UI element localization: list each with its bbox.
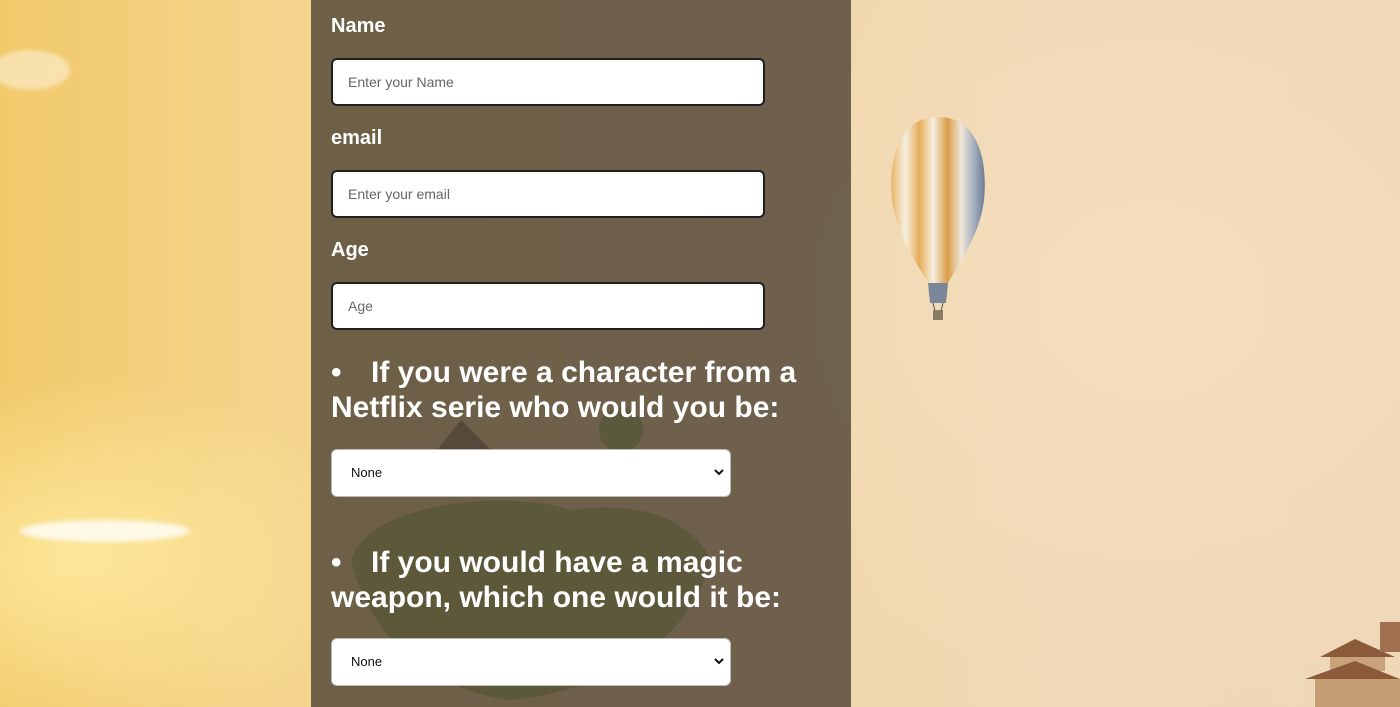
cloud-left-top <box>0 50 70 90</box>
select-value: None <box>351 465 383 480</box>
question-magic-weapon: • If you would have a magic weapon, which… <box>331 545 831 615</box>
magic-weapon-select[interactable]: None <box>331 638 731 686</box>
netflix-character-select[interactable]: None <box>331 449 731 497</box>
bullet: • <box>331 356 342 389</box>
question-text: If you were a character from a Netflix s… <box>331 356 797 424</box>
age-input[interactable] <box>331 282 765 330</box>
email-label: email <box>331 127 383 149</box>
age-label: Age <box>331 239 369 261</box>
form-panel: Name email Age •If you were a character … <box>311 0 851 707</box>
question-text: If you would have a magic weapon, which … <box>331 546 781 614</box>
pagoda-image <box>1305 622 1400 707</box>
bullet: • <box>331 546 342 579</box>
cloud-left-bottom <box>20 520 190 542</box>
name-input[interactable] <box>331 58 765 106</box>
question-netflix-character: • If you were a character from a Netflix … <box>331 355 831 425</box>
select-value: None <box>351 654 383 669</box>
chevron-down-icon <box>714 469 724 476</box>
hot-air-balloon-image <box>891 117 985 320</box>
name-label: Name <box>331 15 386 37</box>
email-input[interactable] <box>331 170 765 218</box>
chevron-down-icon <box>714 658 724 665</box>
